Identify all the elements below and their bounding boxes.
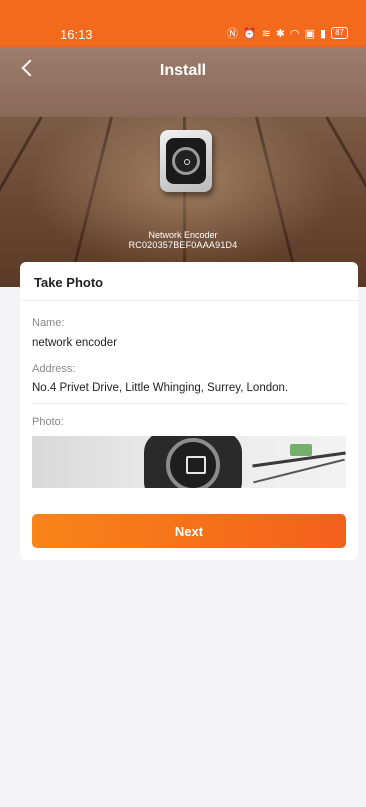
photo-connector xyxy=(290,444,312,456)
device-id: RC020357BEF0AAA91D4 xyxy=(128,240,238,250)
device-illustration xyxy=(160,130,212,192)
page-title: Install xyxy=(159,62,207,79)
alarm-icon: ⏰ xyxy=(242,27,257,40)
device-face xyxy=(166,138,206,184)
wifi-icon: ◠ xyxy=(290,27,300,40)
status-bar: 16:13 Ⓝ ⏰ ≋ ✱ ◠ ▣ ▮ 87 xyxy=(0,0,366,47)
device-name: Network Encoder xyxy=(148,230,218,240)
battery-indicator: 87 xyxy=(331,27,348,39)
bluetooth-icon: ✱ xyxy=(275,27,286,40)
status-icons: Ⓝ ⏰ ≋ ✱ ◠ ▣ ▮ 87 xyxy=(227,25,348,41)
hd-icon: ▣ xyxy=(304,27,316,40)
address-value: No.4 Privet Drive, Little Whinging, Surr… xyxy=(32,382,289,394)
signal-icon: ▮ xyxy=(320,27,327,40)
photo-device xyxy=(144,436,242,488)
status-time: 16:13 xyxy=(60,27,93,42)
address-divider xyxy=(32,403,346,404)
card-divider xyxy=(20,300,358,301)
nfc-dot-icon xyxy=(184,159,190,165)
photo-ring xyxy=(166,438,220,488)
image-icon xyxy=(186,456,206,474)
name-label: Name: xyxy=(32,317,65,329)
hero-wall xyxy=(0,47,366,117)
install-screen: 16:13 Ⓝ ⏰ ≋ ✱ ◠ ▣ ▮ 87 Install Network E… xyxy=(0,0,366,807)
photo-label: Photo: xyxy=(32,416,64,428)
card-title: Take Photo xyxy=(34,275,104,290)
nfc-icon: Ⓝ xyxy=(226,28,238,40)
name-value: network encoder xyxy=(32,337,118,349)
device-photo[interactable] xyxy=(32,436,346,488)
device-ring xyxy=(172,147,200,175)
vibrate-icon: ≋ xyxy=(261,27,271,40)
next-button[interactable]: Next xyxy=(32,514,346,548)
address-label: Address: xyxy=(32,363,76,375)
